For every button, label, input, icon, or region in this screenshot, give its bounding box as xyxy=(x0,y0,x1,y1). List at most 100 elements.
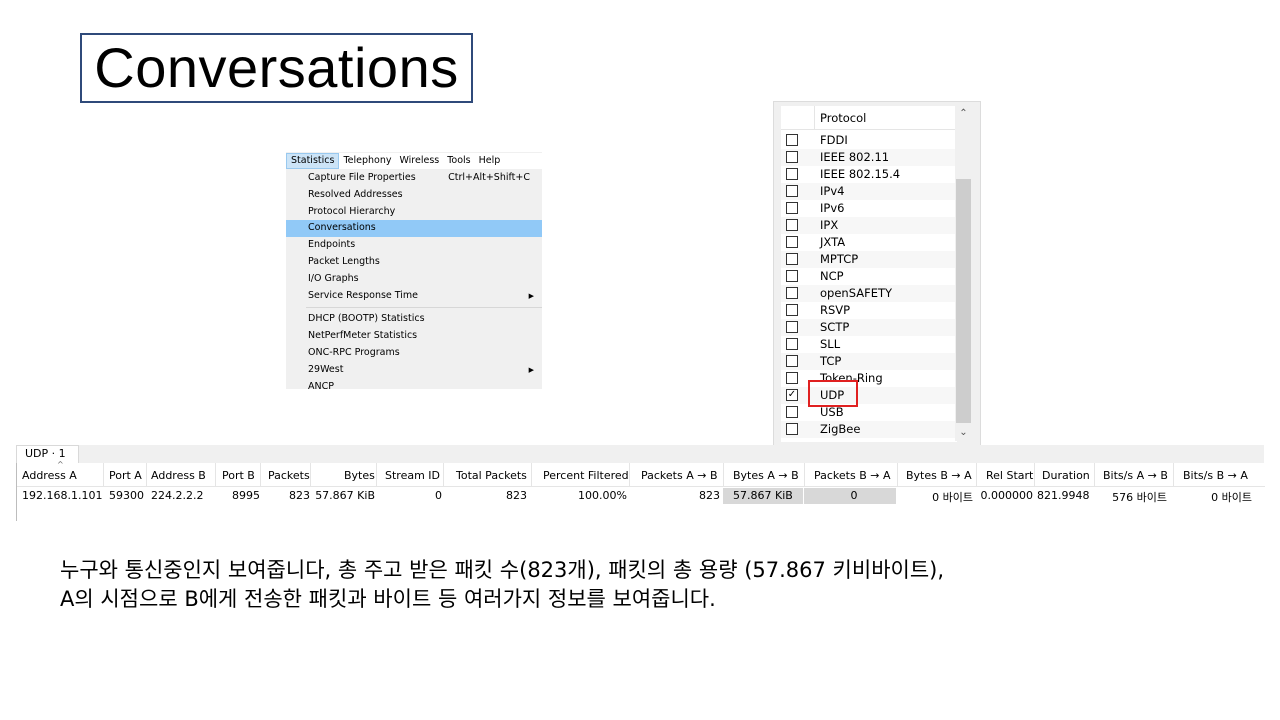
menu-item-ancp[interactable]: ANCP xyxy=(286,379,542,389)
menu-item-capture-file-properties[interactable]: Capture File Properties Ctrl+Alt+Shift+C xyxy=(286,170,542,187)
protocol-header[interactable]: ^ Protocol xyxy=(781,106,957,130)
column-divider[interactable] xyxy=(976,463,977,487)
protocol-row-ipx[interactable]: IPX xyxy=(781,217,957,234)
column-header[interactable]: Packets A → B xyxy=(641,469,718,482)
protocol-checkbox[interactable] xyxy=(786,168,798,180)
protocol-row-sll[interactable]: SLL xyxy=(781,336,957,353)
tab-udp[interactable]: UDP · 1 xyxy=(16,445,79,463)
menu-item-resolved-addresses[interactable]: Resolved Addresses xyxy=(286,187,542,204)
column-header[interactable]: Total Packets xyxy=(456,469,527,482)
protocol-row-opensafety[interactable]: openSAFETY xyxy=(781,285,957,302)
column-header[interactable]: Packets B → A xyxy=(814,469,891,482)
protocol-checkbox[interactable] xyxy=(786,287,798,299)
scroll-thumb[interactable] xyxy=(956,179,971,423)
column-header[interactable]: Bytes A → B xyxy=(733,469,799,482)
column-header[interactable]: Duration xyxy=(1042,469,1090,482)
protocol-row-fddi[interactable]: FDDI xyxy=(781,132,957,149)
protocol-checkbox[interactable] xyxy=(786,372,798,384)
protocol-checkbox[interactable]: ✓ xyxy=(786,389,798,401)
table-row[interactable]: 192.168.1.101 59300 224.2.2.2 8995 823 57.867… xyxy=(17,488,1265,504)
menu-item-packet-lengths[interactable]: Packet Lengths xyxy=(286,254,542,271)
menu-item-netperfmeter-statistics[interactable]: NetPerfMeter Statistics xyxy=(286,328,542,345)
protocol-row-sctp[interactable]: SCTP xyxy=(781,319,957,336)
protocol-checkbox[interactable] xyxy=(786,406,798,418)
sort-caret-icon: ^ xyxy=(57,460,64,469)
column-divider[interactable] xyxy=(723,463,724,487)
column-divider[interactable] xyxy=(215,463,216,487)
column-header[interactable]: Packets xyxy=(268,469,310,482)
protocol-checkbox[interactable] xyxy=(786,134,798,146)
column-divider[interactable] xyxy=(443,463,444,487)
column-divider[interactable] xyxy=(1034,463,1035,487)
column-header[interactable]: Bits/s B → A xyxy=(1183,469,1248,482)
protocol-row-zigbee[interactable]: ZigBee xyxy=(781,421,957,438)
protocol-name: RSVP xyxy=(820,303,851,317)
protocol-checkbox[interactable] xyxy=(786,423,798,435)
protocol-checkbox[interactable] xyxy=(786,270,798,282)
protocol-checkbox[interactable] xyxy=(786,151,798,163)
protocol-name: JXTA xyxy=(820,235,846,249)
column-divider[interactable] xyxy=(531,463,532,487)
menu-item-protocol-hierarchy[interactable]: Protocol Hierarchy xyxy=(286,204,542,221)
column-divider[interactable] xyxy=(376,463,377,487)
protocol-checkbox[interactable] xyxy=(786,321,798,333)
column-header[interactable]: Port A xyxy=(109,469,142,482)
protocol-row-mptcp[interactable]: MPTCP xyxy=(781,251,957,268)
menu-item-conversations[interactable]: Conversations xyxy=(286,220,542,238)
protocol-row-ipv6[interactable]: IPv6 xyxy=(781,200,957,217)
protocol-scrollbar[interactable]: ⌃ ⌄ xyxy=(955,105,972,441)
column-divider[interactable] xyxy=(629,463,630,487)
protocol-checkbox[interactable] xyxy=(786,236,798,248)
protocol-row-ipv4[interactable]: IPv4 xyxy=(781,183,957,200)
menu-item-dhcp-statistics[interactable]: DHCP (BOOTP) Statistics xyxy=(286,311,542,328)
column-header[interactable]: Port B xyxy=(222,469,255,482)
protocol-checkbox[interactable] xyxy=(786,355,798,367)
column-header[interactable]: Bytes xyxy=(344,469,375,482)
column-divider[interactable] xyxy=(804,463,805,487)
protocol-name: USB xyxy=(820,405,844,419)
menubar-wireless[interactable]: Wireless xyxy=(395,153,443,169)
column-divider[interactable] xyxy=(260,463,261,487)
protocol-checkbox[interactable] xyxy=(786,202,798,214)
column-header[interactable]: Address A xyxy=(22,469,77,482)
column-divider[interactable] xyxy=(1173,463,1174,487)
protocol-row-rsvp[interactable]: RSVP xyxy=(781,302,957,319)
menubar-telephony[interactable]: Telephony xyxy=(339,153,395,169)
column-header[interactable]: Bytes B → A xyxy=(906,469,972,482)
menubar-tools[interactable]: Tools xyxy=(443,153,474,169)
protocol-checkbox[interactable] xyxy=(786,253,798,265)
protocol-row-jxta[interactable]: JXTA xyxy=(781,234,957,251)
column-header[interactable]: Address B xyxy=(151,469,206,482)
protocol-row-ieee-802-11[interactable]: IEEE 802.11 xyxy=(781,149,957,166)
chevron-down-icon[interactable]: ⌄ xyxy=(955,424,972,441)
conversation-tab-strip: UDP · 1 xyxy=(16,445,1264,463)
protocol-row-ieee-802-15-4[interactable]: IEEE 802.15.4 xyxy=(781,166,957,183)
chevron-up-icon[interactable]: ⌃ xyxy=(955,105,972,122)
column-divider[interactable] xyxy=(103,463,104,487)
menu-item-label: 29West xyxy=(308,363,344,375)
menubar-statistics[interactable]: Statistics xyxy=(286,153,340,169)
menu-item-onc-rpc-programs[interactable]: ONC-RPC Programs xyxy=(286,345,542,362)
protocol-row-ncp[interactable]: NCP xyxy=(781,268,957,285)
menu-item-label: ANCP xyxy=(308,380,334,389)
menu-item-endpoints[interactable]: Endpoints xyxy=(286,237,542,254)
protocol-checkbox[interactable] xyxy=(786,219,798,231)
protocol-name: MPTCP xyxy=(820,252,859,266)
protocol-checkbox[interactable] xyxy=(786,304,798,316)
column-header[interactable]: Stream ID xyxy=(385,469,440,482)
column-header[interactable]: Bits/s A → B xyxy=(1103,469,1168,482)
column-divider[interactable] xyxy=(310,463,311,487)
column-divider[interactable] xyxy=(1094,463,1095,487)
menubar-help[interactable]: Help xyxy=(475,153,505,169)
column-header[interactable]: Percent Filtered xyxy=(543,469,629,482)
menu-item-label: I/O Graphs xyxy=(308,272,359,284)
menu-item-io-graphs[interactable]: I/O Graphs xyxy=(286,271,542,288)
protocol-checkbox[interactable] xyxy=(786,338,798,350)
menu-item-29west[interactable]: 29West ▶ xyxy=(286,362,542,379)
menu-item-service-response-time[interactable]: Service Response Time ▶ xyxy=(286,288,542,305)
column-divider[interactable] xyxy=(146,463,147,487)
protocol-checkbox[interactable] xyxy=(786,185,798,197)
column-divider[interactable] xyxy=(897,463,898,487)
protocol-row-tcp[interactable]: TCP xyxy=(781,353,957,370)
column-header[interactable]: Rel Start xyxy=(986,469,1033,482)
